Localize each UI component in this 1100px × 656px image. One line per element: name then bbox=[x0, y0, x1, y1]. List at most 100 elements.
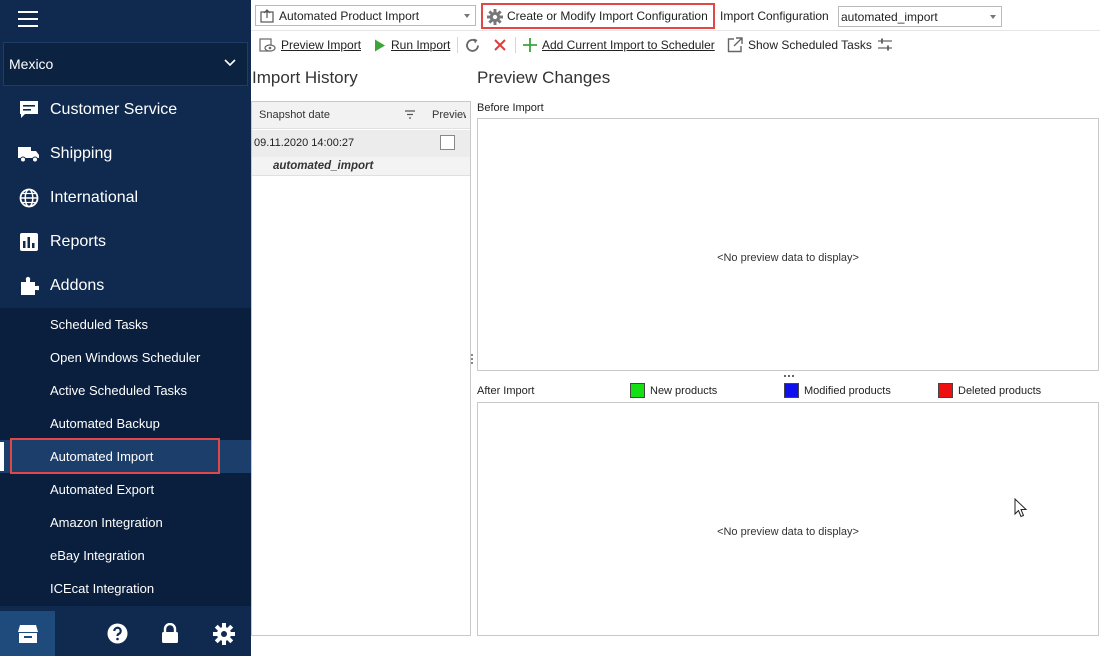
subitem-label: Automated Import bbox=[50, 449, 154, 464]
sidebar-item-label: Reports bbox=[50, 233, 107, 250]
refresh-button[interactable] bbox=[464, 35, 486, 55]
before-import-panel: <No preview data to display> bbox=[477, 118, 1099, 371]
legend-swatch bbox=[938, 383, 953, 398]
plus-icon bbox=[523, 38, 537, 52]
subitem-scheduled-tasks[interactable]: Scheduled Tasks bbox=[0, 308, 251, 341]
store-icon[interactable] bbox=[0, 611, 55, 656]
run-import-button[interactable]: Run Import bbox=[374, 35, 450, 55]
import-type-select[interactable]: Automated Product Import bbox=[255, 5, 476, 26]
column-preview[interactable]: Preview bbox=[432, 109, 466, 121]
subitem-automated-import[interactable]: Automated Import bbox=[0, 438, 251, 474]
cancel-button[interactable] bbox=[493, 35, 512, 55]
group-row-label: automated_import bbox=[273, 160, 374, 172]
app-window: Mexico Customer Service Shipping Interna… bbox=[0, 0, 1100, 656]
run-import-label: Run Import bbox=[391, 38, 451, 52]
sidebar-item-label: Addons bbox=[50, 277, 105, 294]
empty-message: <No preview data to display> bbox=[717, 526, 859, 538]
import-history-grid: Snapshot date Preview 09.11.2020 14:00:2… bbox=[251, 101, 471, 636]
subitem-icecat-integration[interactable]: ICEcat Integration bbox=[0, 572, 251, 605]
puzzle-icon bbox=[18, 275, 40, 297]
sidebar-item-label: Customer Service bbox=[50, 101, 178, 118]
dropdown-arrow-icon bbox=[464, 14, 470, 18]
preview-icon bbox=[259, 37, 276, 53]
sidebar-item-label: International bbox=[50, 189, 139, 206]
toolbar-actions: Preview Import Run Import Add Current Im… bbox=[251, 31, 1100, 59]
sidebar-item-international[interactable]: International bbox=[0, 176, 251, 220]
sort-icon[interactable] bbox=[405, 110, 415, 119]
toolbar-separator bbox=[515, 37, 516, 53]
toolbar-top: Automated Product Import Create or Modif… bbox=[251, 0, 1100, 31]
column-snapshot-date[interactable]: Snapshot date bbox=[259, 109, 330, 121]
grid-header: Snapshot date Preview bbox=[252, 102, 470, 129]
import-config-value: automated_import bbox=[841, 9, 938, 24]
store-select[interactable]: Mexico bbox=[3, 42, 248, 86]
before-import-label: Before Import bbox=[477, 102, 544, 114]
vertical-splitter[interactable] bbox=[471, 354, 474, 366]
mouse-cursor-icon bbox=[1014, 498, 1028, 518]
addons-submenu: Scheduled Tasks Open Windows Scheduler A… bbox=[0, 308, 251, 606]
chevron-down-icon bbox=[224, 59, 236, 67]
preview-changes-title: Preview Changes bbox=[477, 68, 611, 87]
globe-icon bbox=[18, 187, 40, 209]
legend-label: Deleted products bbox=[958, 384, 1042, 397]
preview-import-label: Preview Import bbox=[281, 38, 362, 52]
subitem-active-scheduled-tasks[interactable]: Active Scheduled Tasks bbox=[0, 374, 251, 407]
chat-icon bbox=[18, 99, 40, 121]
refresh-icon bbox=[464, 37, 481, 54]
create-modify-config-label: Create or Modify Import Configuration bbox=[507, 9, 708, 23]
preview-checkbox[interactable] bbox=[440, 135, 455, 150]
sidebar-main-nav: Customer Service Shipping International … bbox=[0, 88, 251, 308]
legend-label: Modified products bbox=[804, 384, 891, 397]
gear-icon[interactable] bbox=[211, 611, 237, 656]
legend-swatch bbox=[784, 383, 799, 398]
toolbar-separator bbox=[457, 37, 458, 53]
subitem-open-windows-scheduler[interactable]: Open Windows Scheduler bbox=[0, 341, 251, 374]
create-modify-config-button[interactable]: Create or Modify Import Configuration bbox=[481, 3, 715, 29]
after-import-label: After Import bbox=[477, 385, 535, 397]
customize-toolbar-button[interactable] bbox=[877, 35, 898, 55]
subitem-automated-backup[interactable]: Automated Backup bbox=[0, 407, 251, 440]
preview-import-button[interactable]: Preview Import bbox=[259, 35, 361, 55]
import-config-select[interactable]: automated_import bbox=[838, 6, 1002, 27]
play-icon bbox=[374, 39, 386, 52]
subitem-label: Amazon Integration bbox=[50, 515, 163, 530]
group-row[interactable]: automated_import bbox=[252, 157, 470, 176]
import-history-title: Import History bbox=[252, 68, 358, 87]
subitem-ebay-integration[interactable]: eBay Integration bbox=[0, 539, 251, 572]
sidebar-item-addons[interactable]: Addons bbox=[0, 264, 251, 308]
legend-new-products: New products bbox=[630, 383, 717, 398]
show-scheduled-tasks-label: Show Scheduled Tasks bbox=[748, 38, 872, 52]
empty-message: <No preview data to display> bbox=[717, 252, 859, 264]
help-icon[interactable] bbox=[104, 611, 130, 656]
menu-icon[interactable] bbox=[18, 11, 38, 27]
sidebar-item-reports[interactable]: Reports bbox=[0, 220, 251, 264]
subitem-automated-export[interactable]: Automated Export bbox=[0, 473, 251, 506]
dropdown-arrow-icon bbox=[990, 15, 996, 19]
sidebar-item-label: Shipping bbox=[50, 145, 113, 162]
subitem-label: Open Windows Scheduler bbox=[50, 350, 201, 365]
legend-modified-products: Modified products bbox=[784, 383, 891, 398]
sidebar: Mexico Customer Service Shipping Interna… bbox=[0, 0, 251, 656]
legend-swatch bbox=[630, 383, 645, 398]
external-link-icon bbox=[727, 37, 743, 53]
legend-deleted-products: Deleted products bbox=[938, 383, 1041, 398]
subitem-label: eBay Integration bbox=[50, 548, 145, 563]
add-to-scheduler-button[interactable]: Add Current Import to Scheduler bbox=[523, 35, 715, 55]
show-scheduled-tasks-button[interactable]: Show Scheduled Tasks bbox=[727, 35, 872, 55]
horizontal-splitter[interactable] bbox=[784, 375, 794, 378]
sidebar-item-customer-service[interactable]: Customer Service bbox=[0, 88, 251, 132]
subitem-label: Automated Export bbox=[50, 482, 155, 497]
subitem-label: Automated Backup bbox=[50, 416, 160, 431]
sidebar-bottom-bar bbox=[0, 611, 251, 656]
store-select-value: Mexico bbox=[9, 56, 54, 72]
bar-chart-icon bbox=[18, 231, 40, 253]
subitem-label: ICEcat Integration bbox=[50, 581, 155, 596]
sidebar-item-shipping[interactable]: Shipping bbox=[0, 132, 251, 176]
gear-icon bbox=[487, 9, 503, 25]
legend-label: New products bbox=[650, 384, 718, 397]
truck-icon bbox=[18, 143, 40, 165]
table-row[interactable]: 09.11.2020 14:00:27 bbox=[252, 130, 470, 157]
import-type-value: Automated Product Import bbox=[279, 8, 420, 23]
subitem-amazon-integration[interactable]: Amazon Integration bbox=[0, 506, 251, 539]
lock-icon[interactable] bbox=[158, 611, 182, 656]
